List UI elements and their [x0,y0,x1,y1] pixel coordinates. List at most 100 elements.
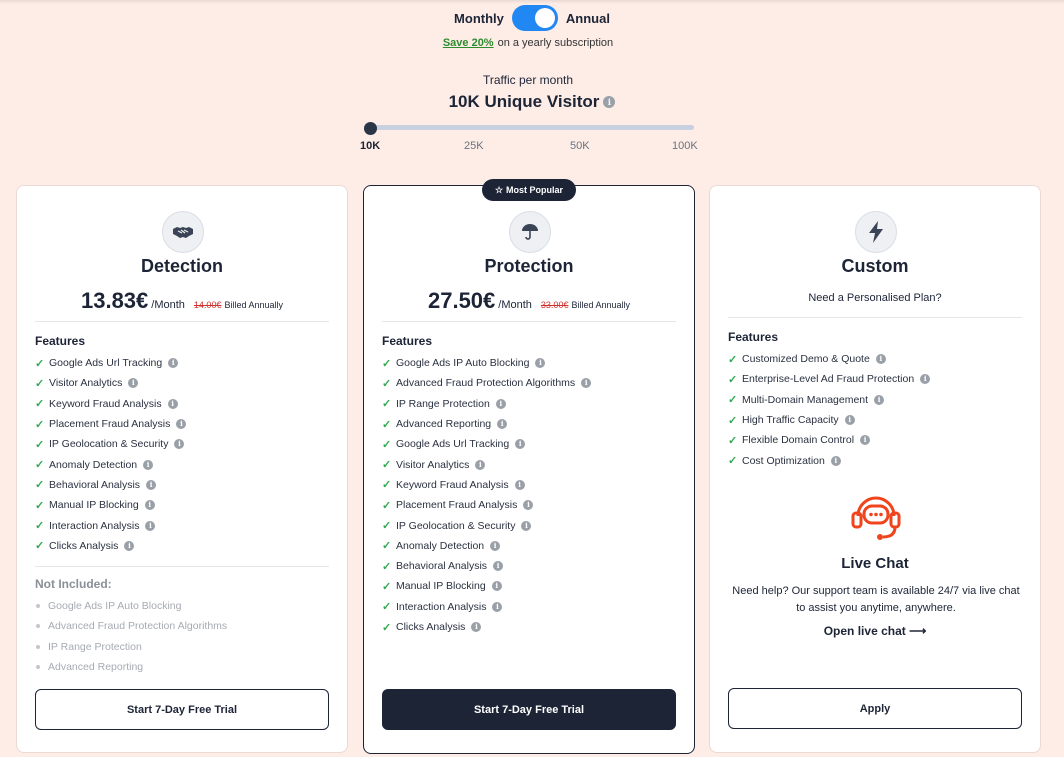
bullet-icon [36,624,40,629]
save-percent-link[interactable]: Save 20% [443,37,494,49]
feature-item: ✓ Behavioral Analysis i [35,475,186,495]
price-row: 27.50€ /Month 33.00€ Billed Annually [364,288,694,314]
feature-list: ✓ Customized Demo & Quote i ✓ Enterprise-Lev… [728,349,931,471]
info-icon[interactable]: i [176,419,187,430]
feature-label: Anomaly Detection [396,539,485,552]
start-trial-button[interactable]: Start 7-Day Free Trial [35,689,329,730]
info-icon[interactable]: i [146,479,157,490]
traffic-slider-track[interactable] [370,125,694,130]
features-title: Features [728,330,779,344]
open-live-chat-link[interactable]: Open live chat ⟶ [710,624,1040,638]
feature-label: Google Ads Url Tracking [49,357,163,370]
info-icon[interactable]: i [920,374,931,385]
start-trial-button[interactable]: Start 7-Day Free Trial [382,689,676,730]
toggle-knob [534,8,555,28]
custom-subtitle: Need a Personalised Plan? [808,292,942,304]
tick-10k[interactable]: 10K [360,140,380,152]
feature-label: Cost Optimization [742,454,825,467]
badge-label: Most Popular [506,185,564,195]
feature-item: ✓ Advanced Reporting i [382,414,591,434]
feature-item: ✓ Google Ads Url Tracking i [35,353,186,373]
info-icon[interactable]: i [514,479,525,490]
feature-item: ✓ Customized Demo & Quote i [728,349,930,369]
feature-item: ✓ Behavioral Analysis i [382,556,591,576]
info-icon[interactable]: i [471,622,482,632]
billing-toggle-row: Monthly Annual [0,5,1064,31]
lightning-icon [855,211,897,253]
info-icon[interactable]: i [491,581,502,592]
feature-item: ✓ Enterprise-Level Ad Fraud Protection i [728,369,931,389]
check-icon: ✓ [382,398,392,411]
info-icon[interactable]: i [603,96,616,108]
info-icon[interactable]: i [521,520,532,531]
features-title: Features [35,334,86,348]
info-icon[interactable]: i [860,435,871,446]
plan-name: Protection [484,256,574,276]
info-icon[interactable]: i [535,358,546,369]
info-icon[interactable]: i [874,394,885,405]
tick-50k[interactable]: 50K [570,140,590,152]
feature-item: ✓ Interaction Analysis i [35,515,186,535]
info-icon[interactable]: i [144,500,155,511]
info-icon[interactable]: i [497,419,508,430]
info-icon[interactable]: i [830,455,841,466]
feature-item: ✓ Placement Fraud Analysis i [35,414,187,434]
feature-item: ✓ Clicks Analysis i [382,617,591,637]
traffic-slider-thumb[interactable] [364,122,377,135]
feature-label: Interaction Analysis [396,600,487,613]
info-icon[interactable]: i [495,398,506,409]
check-icon: ✓ [35,459,45,472]
annual-label[interactable]: Annual [566,11,610,26]
info-icon[interactable]: i [875,354,886,365]
traffic-label: Traffic per month [482,73,574,87]
info-icon[interactable]: i [490,540,501,551]
info-icon[interactable]: i [143,459,154,470]
billed-note: Billed Annually [571,300,630,310]
billing-period-toggle[interactable] [511,5,558,31]
feature-label: IP Geolocation & Security [49,438,169,451]
live-chat-description: Need help? Our support team is available… [732,585,1020,614]
info-icon[interactable]: i [492,601,503,612]
info-icon[interactable]: i [523,500,534,511]
info-icon[interactable]: i [168,358,179,369]
info-icon[interactable]: i [493,561,504,572]
feature-item: ✓ Visitor Analytics i [35,373,186,393]
info-icon[interactable]: i [515,439,526,450]
tick-100k[interactable]: 100K [672,140,698,152]
price-row: 13.83€ /Month 14.00€ Billed Annually [17,288,347,314]
info-icon[interactable]: i [475,459,486,470]
feature-label: Flexible Domain Control [742,434,855,447]
info-icon[interactable]: i [844,415,855,426]
not-included-label: Google Ads IP Auto Blocking [48,600,182,613]
apply-button[interactable]: Apply [728,688,1022,729]
feature-item: ✓ Google Ads IP Auto Blocking i [382,353,591,373]
old-price: 14.00€ [193,300,222,310]
check-icon: ✓ [35,499,45,512]
not-included-label: IP Range Protection [48,640,142,653]
info-icon[interactable]: i [145,520,156,531]
price-period: /Month [498,299,532,311]
feature-item: ✓ IP Range Protection i [382,394,591,414]
not-included-title: Not Included: [35,577,112,591]
feature-label: Visitor Analytics [396,458,470,471]
save-note: Save 20% on a yearly subscription [0,37,1056,49]
info-icon[interactable]: i [581,378,592,389]
info-icon[interactable]: i [124,540,135,551]
check-icon: ✓ [35,479,45,492]
feature-label: Interaction Analysis [49,519,140,532]
info-icon[interactable]: i [128,378,139,389]
feature-label: Advanced Reporting [396,418,492,431]
info-icon[interactable]: i [167,398,178,409]
live-chat-title: Live Chat [841,555,909,572]
check-icon: ✓ [728,373,738,386]
tick-25k[interactable]: 25K [464,140,484,152]
check-icon: ✓ [35,418,45,431]
price: 27.50€ [427,288,496,313]
feature-item: ✓ High Traffic Capacity i [728,410,930,430]
umbrella-icon [509,211,551,253]
feature-label: Anomaly Detection [49,458,138,471]
feature-label: Keyword Fraud Analysis [49,397,162,410]
not-included-item: Advanced Reporting [35,657,227,677]
info-icon[interactable]: i [174,439,185,450]
monthly-label[interactable]: Monthly [454,11,504,26]
